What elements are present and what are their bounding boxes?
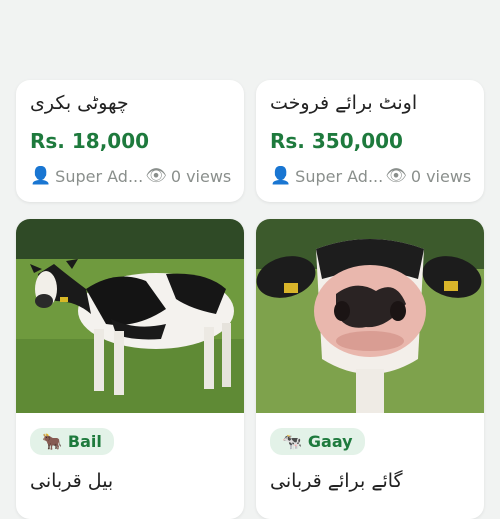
listing-title: چھوٹی بکری <box>30 92 129 114</box>
listing-card[interactable]: 🐂 Bail بیل قربانی <box>16 219 244 519</box>
user-icon: 👤 <box>270 166 292 186</box>
eye-icon: 👁 <box>385 166 407 186</box>
listing-price: Rs. 350,000 <box>270 129 403 153</box>
ox-photo <box>16 219 244 413</box>
cow-photo <box>256 219 484 413</box>
view-count: 0 views <box>410 166 472 186</box>
eye-icon: 👁 <box>145 166 167 186</box>
listing-card[interactable]: اونٹ برائے فروخت Rs. 350,000 👤 Super Ad.… <box>256 80 484 202</box>
listing-meta: 👤 Super Ad... 👁 0 views <box>30 166 234 186</box>
category-badge: 🐂 Bail <box>30 428 114 455</box>
ox-icon: 🐂 <box>42 432 62 451</box>
category-badge: 🐄 Gaay <box>270 428 365 455</box>
listing-price: Rs. 18,000 <box>30 129 150 153</box>
category-label: Bail <box>67 432 102 451</box>
listing-photo <box>16 219 244 413</box>
listing-title: اونٹ برائے فروخت <box>270 92 418 114</box>
listing-card[interactable]: چھوٹی بکری Rs. 18,000 👤 Super Ad... 👁 0 … <box>16 80 244 202</box>
listing-photo <box>256 219 484 413</box>
cow-icon: 🐄 <box>282 432 302 451</box>
category-label: Gaay <box>307 432 353 451</box>
listing-title: گائے برائے قربانی <box>270 470 403 492</box>
listing-meta: 👤 Super Ad... 👁 0 views <box>270 166 474 186</box>
user-icon: 👤 <box>30 166 52 186</box>
seller-name: Super Ad... <box>295 166 384 186</box>
view-count: 0 views <box>170 166 232 186</box>
seller-name: Super Ad... <box>55 166 144 186</box>
listing-title: بیل قربانی <box>30 470 114 492</box>
listing-card[interactable]: 🐄 Gaay گائے برائے قربانی <box>256 219 484 519</box>
